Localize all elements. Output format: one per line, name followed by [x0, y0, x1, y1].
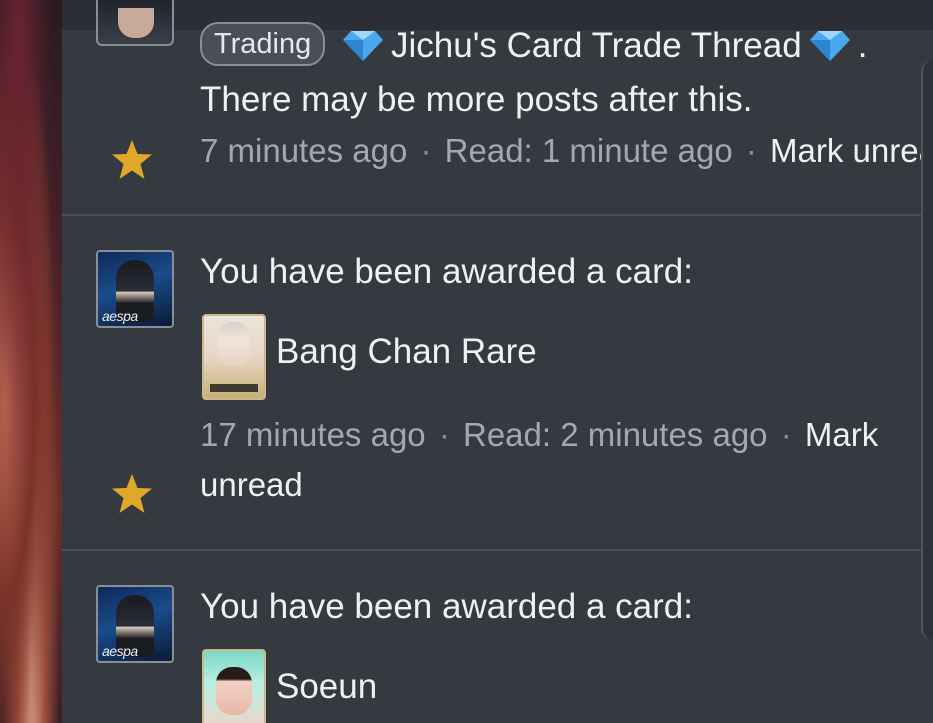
alert-meta-wrap: unread: [200, 466, 303, 504]
alert-item: Trading Jichu's Card Trade Thread . Ther…: [62, 0, 933, 215]
mark-unread-link[interactable]: Mark unread: [770, 132, 933, 169]
star-icon[interactable]: [110, 138, 154, 182]
alert-message: There may be more posts after this.: [200, 80, 753, 119]
alert-message: You have been awarded a card:: [200, 252, 693, 291]
card-thumbnail[interactable]: [202, 649, 266, 723]
alert-time: 17 minutes ago: [200, 416, 426, 453]
alert-meta: 7 minutes ago · Read: 1 minute ago · Mar…: [200, 132, 933, 170]
mark-unread-link[interactable]: unread: [200, 466, 303, 503]
avatar[interactable]: aespa: [96, 250, 174, 328]
mark-unread-link[interactable]: Mark: [805, 416, 878, 453]
alert-item: aespa You have been awarded a card: Bang…: [62, 216, 933, 550]
card-thumbnail[interactable]: [202, 314, 266, 400]
thread-title-link[interactable]: Jichu's Card Trade Thread: [391, 26, 802, 65]
scrollbar[interactable]: [921, 60, 933, 640]
gem-icon: [809, 31, 850, 61]
alert-read-time: Read: 2 minutes ago: [463, 416, 768, 453]
alerts-panel: Trading Jichu's Card Trade Thread . Ther…: [62, 0, 933, 723]
thread-trailing: .: [857, 26, 868, 65]
gem-icon: [343, 31, 383, 61]
alert-time: 7 minutes ago: [200, 132, 408, 169]
alert-message: You have been awarded a card:: [200, 587, 693, 626]
thread-prefix-badge: Trading: [200, 22, 326, 66]
avatar[interactable]: aespa: [96, 585, 174, 663]
card-name-link[interactable]: Bang Chan Rare: [276, 332, 537, 372]
background-artwork: [0, 0, 62, 723]
alert-thread-line[interactable]: Trading Jichu's Card Trade Thread .: [200, 22, 867, 66]
alert-meta: 17 minutes ago · Read: 2 minutes ago · M…: [200, 416, 879, 453]
alert-read-time: Read: 1 minute ago: [444, 132, 733, 169]
avatar-tag: aespa: [102, 308, 138, 324]
avatar-tag: aespa: [102, 643, 138, 659]
star-icon[interactable]: [110, 472, 154, 516]
card-name-link[interactable]: Soeun: [276, 667, 377, 707]
avatar[interactable]: [96, 0, 174, 46]
alert-item: aespa You have been awarded a card: Soeu…: [62, 551, 933, 723]
